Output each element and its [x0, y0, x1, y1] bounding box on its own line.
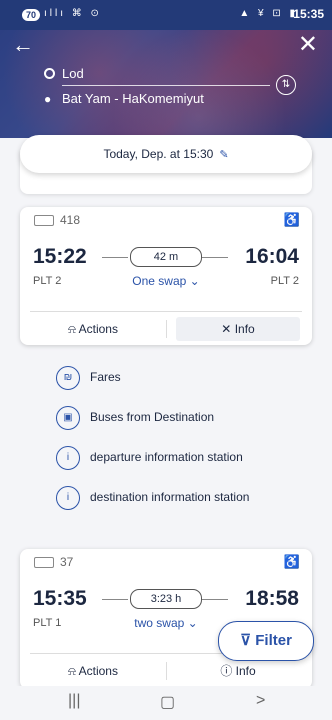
departure-info-option[interactable]: i departure information station: [56, 446, 243, 470]
chevron-down-icon: ⌄: [187, 616, 198, 630]
status-time: 15:35: [293, 7, 324, 21]
swap-stations-icon[interactable]: ⇅: [276, 75, 296, 95]
trip-card[interactable]: 37 ♿ 15:35 3:23 h 18:58 PLT 1 two swap ⌄…: [20, 549, 312, 689]
card-divider: [30, 311, 302, 312]
duration-line-right: [202, 257, 228, 258]
buses-option[interactable]: ▣ Buses from Destination: [56, 406, 214, 430]
close-icon[interactable]: ✕: [298, 30, 318, 59]
departure-time: 15:22: [33, 245, 87, 268]
route-header: ← ✕ Lod ● Bat Yam - HaKomemiyut ⇅: [0, 30, 332, 138]
chevron-down-icon: ⌄: [189, 274, 200, 288]
filter-button[interactable]: ⊽ Filter: [218, 621, 314, 661]
accessibility-icon: ♿: [283, 212, 300, 227]
duration-line-left: [102, 599, 128, 600]
train-icon: [34, 215, 54, 227]
origin-station[interactable]: Lod: [62, 66, 84, 81]
train-icon: [34, 557, 54, 569]
swaps-dropdown[interactable]: One swap ⌄: [20, 274, 312, 288]
close-icon: ✕: [221, 322, 235, 336]
system-nav-bar: ||| ▢ >: [0, 686, 332, 720]
duration-line-left: [102, 257, 128, 258]
arrival-time: 18:58: [245, 587, 299, 610]
train-number: 418: [34, 213, 80, 227]
trip-duration: 3:23 h: [130, 589, 202, 609]
bell-icon: ⍾: [68, 322, 79, 336]
back-nav-icon[interactable]: >: [256, 692, 265, 710]
back-arrow-icon[interactable]: ←: [12, 32, 34, 58]
actions-button[interactable]: ⍾ Actions: [20, 317, 166, 341]
button-separator: [166, 662, 167, 680]
bus-icon: ▣: [56, 406, 80, 430]
info-icon: i: [56, 446, 80, 470]
origin-dot-icon: [44, 68, 55, 79]
accessibility-icon: ♿: [283, 554, 300, 569]
fares-option[interactable]: ₪ Fares: [56, 366, 121, 390]
status-right-icons: ▲ ¥ ⊡ ▮: [239, 8, 298, 19]
notification-badge: 70: [22, 9, 40, 21]
destination-pin-icon: ●: [44, 92, 52, 106]
info-icon: i: [56, 486, 80, 510]
departure-time: 15:35: [33, 587, 87, 610]
arrival-time: 16:04: [245, 245, 299, 268]
info-button[interactable]: ✕ Info: [176, 317, 300, 341]
trip-duration: 42 m: [130, 247, 202, 267]
filter-icon: ⊽: [240, 632, 256, 649]
actions-button[interactable]: ⍾ Actions: [20, 659, 166, 683]
edit-pencil-icon: ✎: [219, 149, 229, 161]
fares-icon: ₪: [56, 366, 80, 390]
bell-icon: ⍾: [68, 664, 79, 678]
info-icon: ⓘ: [220, 664, 236, 678]
route-divider: [62, 85, 270, 86]
duration-line-right: [202, 599, 228, 600]
info-button[interactable]: ⓘ Info: [176, 659, 300, 683]
departure-date-label: Today, Dep. at 15:30: [103, 147, 214, 161]
button-separator: [166, 320, 167, 338]
recent-apps-icon[interactable]: |||: [68, 692, 80, 710]
arrival-platform: PLT 2: [270, 275, 299, 287]
destination-info-option[interactable]: i destination information station: [56, 486, 249, 510]
status-left-icons: ıllı ⌘ ⊙: [44, 8, 102, 19]
home-icon[interactable]: ▢: [160, 692, 175, 712]
destination-station[interactable]: Bat Yam - HaKomemiyut: [62, 91, 204, 106]
status-bar: 70 ıllı ⌘ ⊙ ▲ ¥ ⊡ ▮ 15:35: [0, 0, 332, 30]
departure-date-selector[interactable]: Today, Dep. at 15:30 ✎: [20, 135, 312, 173]
train-number: 37: [34, 555, 73, 569]
trip-card[interactable]: 418 ♿ 15:22 42 m 16:04 PLT 2 One swap ⌄ …: [20, 207, 312, 345]
